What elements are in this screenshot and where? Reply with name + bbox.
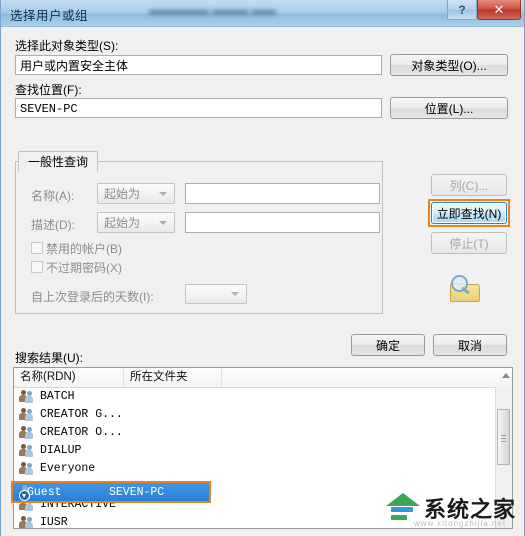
chevron-down-icon [231, 292, 239, 296]
table-row-selected[interactable]: Guest SEVEN-PC [13, 483, 209, 501]
column-header-folder[interactable]: 所在文件夹 [124, 368, 222, 387]
non-expiring-password-label: 不过期密码(X) [46, 261, 122, 275]
table-row[interactable]: DIALUP [14, 441, 495, 459]
bar-shape-2 [391, 515, 407, 520]
location-value: SEVEN-PC [15, 98, 382, 118]
bar-shape-1 [391, 507, 413, 512]
object-type-label: 选择此对象类型(S): [15, 39, 119, 53]
column-header-name[interactable]: 名称(RDN) [14, 368, 124, 387]
row-name: Guest [27, 485, 62, 499]
object-type-value: 用户或内置安全主体 [15, 55, 382, 75]
disabled-accounts-checkbox[interactable] [31, 242, 43, 254]
stop-button[interactable]: 停止(T) [431, 232, 507, 254]
tab-common-queries[interactable]: 一般性查询 [18, 151, 99, 172]
chevron-down-icon [159, 220, 167, 225]
row-name: Everyone [40, 461, 96, 475]
days-since-login-select[interactable] [185, 284, 247, 304]
scrollbar-thumb[interactable] [497, 409, 510, 465]
columns-button[interactable]: 列(C)... [431, 174, 507, 196]
table-row[interactable]: CREATOR G... [14, 405, 495, 423]
watermark-subtext: www.xitongzhijia.net [414, 519, 507, 528]
table-row[interactable]: BATCH [14, 387, 495, 405]
group-icon [19, 389, 36, 403]
help-button[interactable]: ? [447, 0, 477, 20]
name-label: 名称(A): [31, 189, 75, 203]
location-button[interactable]: 位置(L)... [390, 97, 508, 119]
name-condition-select[interactable]: 起始为 [97, 183, 175, 204]
title-bar-watermark: ▬▬▬▬▬ ▬▬▬ ▬▬ [149, 3, 276, 17]
description-input[interactable] [185, 212, 380, 233]
group-icon [19, 443, 36, 457]
non-expiring-password-checkbox[interactable] [31, 261, 43, 273]
cancel-button[interactable]: 取消 [433, 334, 507, 356]
close-button[interactable]: ✕ [477, 0, 521, 20]
search-folder-icon [446, 274, 480, 302]
table-row[interactable]: CREATOR O... [14, 423, 495, 441]
description-condition-value: 起始为 [104, 216, 141, 230]
disabled-accounts-label: 禁用的帐户(B) [46, 242, 122, 256]
list-header: 名称(RDN) 所在文件夹 [14, 368, 512, 388]
group-icon [19, 515, 36, 528]
row-name: CREATOR G... [40, 407, 123, 421]
site-watermark: 系统之家 www.xitongzhijia.net [384, 486, 525, 530]
window-title: 选择用户或组 [10, 9, 89, 23]
group-icon [19, 461, 36, 475]
title-bar: 选择用户或组 ▬▬▬▬▬ ▬▬▬ ▬▬ ? ✕ [1, 0, 524, 27]
row-name: DIALUP [40, 443, 82, 457]
row-name: CREATOR O... [40, 425, 123, 439]
name-input[interactable] [185, 183, 380, 204]
dialog-body: 选择此对象类型(S): 用户或内置安全主体 对象类型(O)... 查找位置(F)… [1, 27, 524, 536]
location-label: 查找位置(F): [15, 83, 82, 97]
window-controls: ? ✕ [447, 0, 521, 20]
name-condition-value: 起始为 [104, 187, 141, 201]
group-icon [19, 407, 36, 421]
search-results-label: 搜索结果(U): [15, 351, 83, 365]
group-icon [19, 425, 36, 439]
chevron-down-icon [159, 191, 167, 196]
scroll-up-icon[interactable] [502, 373, 510, 378]
roof-shape [386, 493, 420, 506]
row-name: IUSR [40, 515, 68, 529]
screenshot-root: 选择用户或组 ▬▬▬▬▬ ▬▬▬ ▬▬ ? ✕ 选择此对象类型(S): 用户或内… [0, 0, 525, 536]
object-type-button[interactable]: 对象类型(O)... [390, 54, 508, 76]
column-header-filler [222, 368, 495, 387]
select-users-or-groups-dialog: 选择用户或组 ▬▬▬▬▬ ▬▬▬ ▬▬ ? ✕ 选择此对象类型(S): 用户或内… [0, 0, 525, 536]
description-condition-select[interactable]: 起始为 [97, 212, 175, 233]
table-row[interactable]: Everyone [14, 459, 495, 477]
row-folder: SEVEN-PC [109, 485, 165, 499]
days-since-login-label: 自上次登录后的天数(I): [31, 290, 154, 304]
row-name: BATCH [40, 389, 75, 403]
find-now-button[interactable]: 立即查找(N) [431, 202, 507, 224]
description-label: 描述(D): [31, 218, 75, 232]
ok-button[interactable]: 确定 [351, 334, 425, 356]
